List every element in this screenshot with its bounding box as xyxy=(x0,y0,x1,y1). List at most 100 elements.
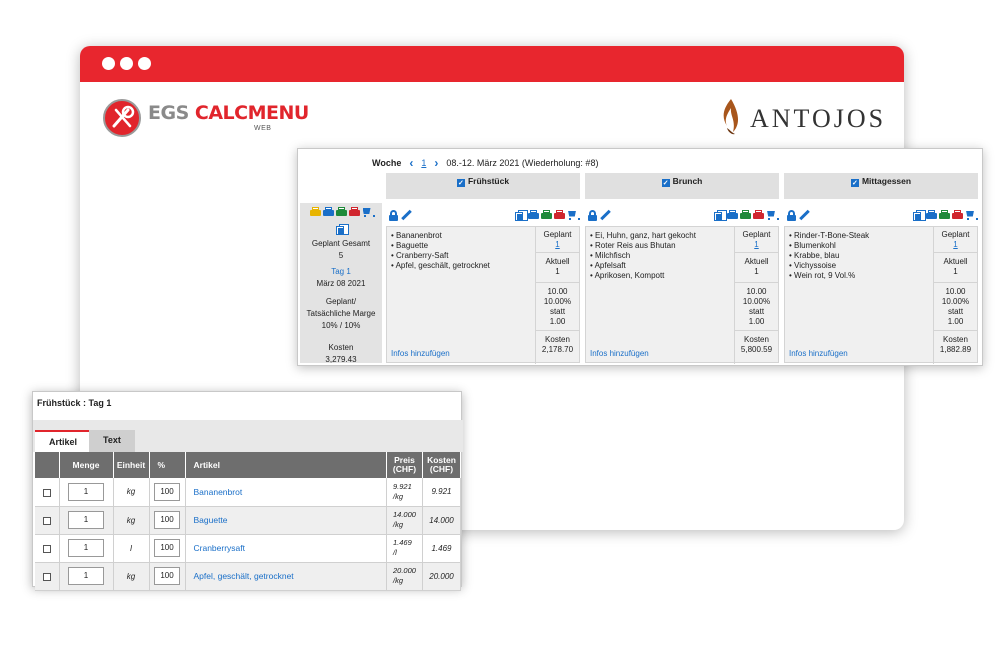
margin-value: 10.00% xyxy=(941,297,970,306)
chevron-left-icon[interactable]: ‹ xyxy=(409,156,413,170)
quantity-input[interactable]: 1 xyxy=(68,567,104,585)
lock-icon[interactable] xyxy=(587,209,598,221)
article-link[interactable]: Bananenbrot xyxy=(185,478,387,507)
cart-icon[interactable] xyxy=(965,210,978,221)
printer-icon[interactable] xyxy=(348,207,360,218)
meal-stats: Geplant 1 Aktuell 1 10.00 10.00% statt 1.00 K… xyxy=(535,227,579,364)
table-row: 1 l 100 Cranberrysaft 1.469/l 1.469 xyxy=(35,534,461,563)
printer-icon[interactable] xyxy=(740,209,751,221)
meal-name: Brunch xyxy=(672,176,703,186)
pencil-icon[interactable] xyxy=(401,210,412,221)
add-infos-link[interactable]: Infos hinzufügen xyxy=(391,349,450,358)
article-link[interactable]: Baguette xyxy=(185,506,387,535)
actual-label: Aktuell xyxy=(943,257,968,266)
pencil-icon[interactable] xyxy=(799,210,810,221)
detail-tabs: Artikel Text xyxy=(33,420,463,452)
meal-checkbox[interactable]: ✓ xyxy=(850,179,859,187)
meal-item: Aprikosen, Kompott xyxy=(590,271,730,281)
window-dot-icon[interactable] xyxy=(102,57,115,70)
week-number-link[interactable]: 1 xyxy=(421,158,426,168)
margin-label-2: Tatsächliche Marge xyxy=(306,309,376,318)
printer-icon[interactable] xyxy=(554,209,565,221)
printer-icon[interactable] xyxy=(335,207,347,218)
add-infos-link[interactable]: Infos hinzufügen xyxy=(590,349,649,358)
cost-label: Kosten xyxy=(328,343,354,352)
row-checkbox[interactable] xyxy=(42,488,51,497)
lock-icon[interactable] xyxy=(388,209,399,221)
meal-body: Ei, Huhn, ganz, hart gekocht Roter Reis … xyxy=(585,226,779,364)
chevron-right-icon[interactable]: › xyxy=(434,156,438,170)
price-value: 10.00 xyxy=(547,287,568,296)
cost-cell: 9.921 xyxy=(422,478,461,507)
meal-header: ✓ Frühstück xyxy=(386,173,580,199)
statt-value: 1.00 xyxy=(748,317,765,326)
price-cell: 20.000/kg xyxy=(386,562,423,591)
price-value: 10.00 xyxy=(945,287,966,296)
documents-icon[interactable] xyxy=(335,224,349,235)
tab-artikel[interactable]: Artikel xyxy=(35,430,92,452)
meal-items: Bananenbrot Baguette Cranberry-Saft Apfe… xyxy=(391,231,531,271)
tab-text[interactable]: Text xyxy=(89,430,135,452)
meal-checkbox[interactable]: ✓ xyxy=(661,179,670,187)
printer-icon[interactable] xyxy=(939,209,950,221)
planned-value-link[interactable]: 1 xyxy=(934,240,977,250)
meal-toolbar xyxy=(585,204,779,226)
meal-cost-value: 5,800.59 xyxy=(740,345,773,354)
percent-input[interactable]: 100 xyxy=(154,539,180,557)
cart-icon[interactable] xyxy=(567,210,580,221)
statt-value: 1.00 xyxy=(947,317,964,326)
unit-cell: kg xyxy=(113,478,150,507)
meal-item: Apfel, geschält, getrocknet xyxy=(391,261,531,271)
printer-icon[interactable] xyxy=(541,209,552,221)
printer-icon[interactable] xyxy=(753,209,764,221)
row-checkbox[interactable] xyxy=(42,572,51,581)
column-header-percent: % xyxy=(149,452,186,478)
meal-item: Baguette xyxy=(391,241,531,251)
percent-input[interactable]: 100 xyxy=(154,567,180,585)
printer-icon[interactable] xyxy=(727,209,738,221)
quantity-input[interactable]: 1 xyxy=(68,482,104,501)
row-checkbox[interactable] xyxy=(42,516,51,525)
cost-cell: 1.469 xyxy=(422,534,461,563)
percent-input[interactable]: 100 xyxy=(154,511,180,529)
quantity-input[interactable]: 1 xyxy=(68,511,104,529)
printer-icon[interactable] xyxy=(528,209,539,221)
article-link[interactable]: Apfel, geschält, getrocknet xyxy=(185,562,387,591)
window-dot-icon[interactable] xyxy=(138,57,151,70)
printer-icon[interactable] xyxy=(952,209,963,221)
meal-item: Vichyssoise xyxy=(789,261,929,271)
meal-item: Ei, Huhn, ganz, hart gekocht xyxy=(590,231,730,241)
add-infos-link[interactable]: Infos hinzufügen xyxy=(789,349,848,358)
day-link[interactable]: Tag 1 xyxy=(300,267,382,277)
meal-item: Blumenkohl xyxy=(789,241,929,251)
margin-label-1: Geplant/ xyxy=(325,297,357,306)
quantity-input[interactable]: 1 xyxy=(68,539,104,557)
planned-value-link[interactable]: 1 xyxy=(536,240,579,250)
browser-title-bar xyxy=(80,46,904,82)
meal-header: ✓ Mittagessen xyxy=(784,173,978,199)
lock-icon[interactable] xyxy=(786,209,797,221)
documents-icon[interactable] xyxy=(714,209,727,221)
meal-cost-label: Kosten xyxy=(545,335,570,344)
planned-value-link[interactable]: 1 xyxy=(735,240,778,250)
meal-checkbox[interactable]: ✓ xyxy=(456,179,465,187)
client-name: ANTOJOS xyxy=(750,104,887,133)
printer-icon[interactable] xyxy=(926,209,937,221)
documents-icon[interactable] xyxy=(515,209,528,221)
row-checkbox[interactable] xyxy=(42,544,51,553)
window-dot-icon[interactable] xyxy=(120,57,133,70)
meal-toolbar xyxy=(784,204,978,226)
article-link[interactable]: Cranberrysaft xyxy=(185,534,387,563)
documents-icon[interactable] xyxy=(913,209,926,221)
printer-icon[interactable] xyxy=(322,207,334,218)
meal-item: Milchfisch xyxy=(590,251,730,261)
planned-total-label: Geplant Gesamt xyxy=(311,239,371,248)
cart-icon[interactable] xyxy=(766,210,779,221)
pencil-icon[interactable] xyxy=(600,210,611,221)
printer-icon[interactable] xyxy=(309,207,321,218)
cart-icon[interactable] xyxy=(362,207,375,218)
meal-detail-panel: Frühstück : Tag 1 Artikel Text Menge Ein… xyxy=(32,391,463,591)
meal-body: Bananenbrot Baguette Cranberry-Saft Apfe… xyxy=(386,226,580,364)
planned-label: Geplant xyxy=(742,230,771,239)
percent-input[interactable]: 100 xyxy=(154,482,180,501)
